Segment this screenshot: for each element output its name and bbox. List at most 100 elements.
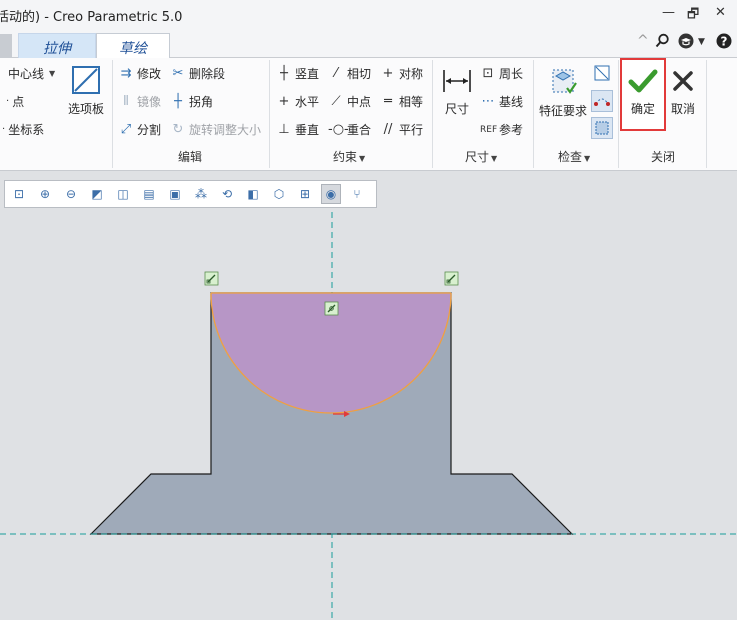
- feature-requirements-button[interactable]: 特征要求: [537, 66, 589, 119]
- midpoint-constraint[interactable]: ⟋ 中点: [328, 93, 371, 110]
- rotate-resize-icon: ↻: [172, 122, 184, 137]
- horizontal-constraint[interactable]: + 水平: [276, 93, 319, 110]
- tangent-constraint[interactable]: ⁄ 相切: [328, 65, 371, 82]
- restore-button[interactable]: 🗗: [687, 5, 699, 27]
- separator: [269, 60, 270, 168]
- centerline-label: 中心线: [8, 67, 45, 81]
- horizontal-label: 水平: [295, 95, 320, 109]
- separator: [618, 60, 619, 168]
- checkmark-icon: [628, 69, 658, 93]
- cancel-label: 取消: [670, 102, 695, 116]
- perpendicular-label: 垂直: [295, 123, 320, 137]
- corner-label: 拐角: [189, 95, 214, 109]
- modify-button[interactable]: ⇉ 修改: [118, 65, 161, 82]
- tab-extrude[interactable]: 拉伸: [18, 33, 96, 59]
- parallel-constraint[interactable]: // 平行: [380, 121, 423, 138]
- sketch-canvas: [0, 212, 737, 620]
- palette-label: 选项板: [67, 102, 104, 116]
- tab-sketch[interactable]: 草绘: [96, 33, 170, 59]
- baseline-icon: ⋯: [481, 94, 495, 109]
- midpoint-constraint-marker[interactable]: [324, 301, 339, 316]
- perpendicular-constraint[interactable]: ⊥ 垂直: [276, 121, 319, 138]
- feature-requirements-label: 特征要求: [538, 104, 587, 118]
- collapse-ribbon-icon[interactable]: ^: [637, 33, 649, 49]
- chevron-down-icon[interactable]: ▼: [698, 37, 705, 47]
- vertical-constraint[interactable]: ┼ 竖直: [276, 65, 319, 82]
- tangent-constraint-marker[interactable]: [444, 271, 459, 286]
- feature-requirements-icon: [552, 69, 577, 94]
- reference-button[interactable]: REF 参考: [480, 121, 523, 138]
- graphics-area[interactable]: ⊡ ⊕ ⊖ ◩ ◫ ▤ ▣ ⁂ ⟲ ◧ ⬡ ⊞ ◉ ⑂: [0, 172, 737, 620]
- ok-button[interactable]: 确定: [622, 66, 664, 117]
- close-group-label: 关闭: [651, 150, 676, 164]
- ok-label: 确定: [630, 102, 655, 116]
- point-icon: ·: [6, 96, 10, 107]
- corner-icon: ┼: [174, 94, 182, 109]
- perpendicular-icon: ⊥: [278, 122, 290, 137]
- baseline-button[interactable]: ⋯ 基线: [480, 93, 524, 110]
- point-tool[interactable]: · 点: [6, 93, 24, 110]
- overlapping-geometry-button[interactable]: [593, 64, 611, 82]
- ribbon-tab-row: 拉伸 草绘: [0, 30, 737, 59]
- title-bar: 活动的) - Creo Parametric 5.0 — 🗗 ✕: [0, 0, 737, 30]
- equal-label: 相等: [399, 95, 424, 109]
- help-icon[interactable]: ?: [716, 33, 732, 53]
- corner-button[interactable]: ┼ 拐角: [170, 93, 213, 110]
- delete-segment-button[interactable]: ✂ 删除段: [170, 65, 225, 82]
- cancel-button[interactable]: 取消: [664, 66, 702, 117]
- minimize-button[interactable]: —: [662, 5, 675, 20]
- constrain-group-label[interactable]: 约束 ▼: [333, 148, 365, 165]
- perimeter-label: 周长: [499, 67, 524, 81]
- close-window-button[interactable]: ✕: [715, 5, 726, 20]
- separator: [432, 60, 433, 168]
- search-icon[interactable]: [655, 33, 670, 52]
- perimeter-icon: ⊡: [482, 66, 494, 81]
- mirror-label: 镜像: [137, 95, 162, 109]
- tab-stub[interactable]: [0, 34, 12, 58]
- delete-segment-label: 删除段: [189, 67, 226, 81]
- midpoint-icon: ⟋: [331, 94, 341, 109]
- dimension-group-label[interactable]: 尺寸 ▼: [465, 148, 497, 165]
- reference-label: 参考: [499, 123, 524, 137]
- horizontal-icon: +: [278, 94, 290, 109]
- equal-constraint[interactable]: ═ 相等: [380, 93, 423, 110]
- highlight-open-ends-button[interactable]: [591, 90, 613, 112]
- coordsys-tool[interactable]: · 坐标系: [2, 121, 44, 138]
- mirror-button[interactable]: ⫴ 镜像: [118, 93, 161, 110]
- coordsys-label: 坐标系: [8, 123, 45, 137]
- perimeter-button[interactable]: ⊡ 周长: [480, 65, 523, 82]
- window-title: 活动的) - Creo Parametric 5.0: [0, 10, 183, 25]
- rotate-resize-button[interactable]: ↻ 旋转调整大小: [170, 121, 261, 138]
- learning-connector-icon[interactable]: [678, 33, 694, 53]
- modify-label: 修改: [137, 67, 162, 81]
- tangent-label: 相切: [347, 67, 372, 81]
- symmetric-constraint[interactable]: + 对称: [380, 65, 423, 82]
- constrain-label: 约束: [333, 150, 358, 164]
- equal-icon: ═: [384, 94, 392, 109]
- parallel-label: 平行: [399, 123, 424, 137]
- normal-dimension-label: 尺寸: [444, 102, 469, 116]
- normal-dimension-button[interactable]: 尺寸: [438, 66, 476, 117]
- closed-loops-icon: [595, 121, 609, 135]
- palette-button[interactable]: 选项板: [64, 64, 108, 117]
- coordsys-icon: ·: [2, 124, 6, 135]
- centerline-tool[interactable]: 中心线 ▼: [8, 65, 55, 82]
- coincident-constraint[interactable]: -○- 重合: [328, 121, 371, 138]
- ribbon: 中心线 ▼ · 点 · 坐标系 选项板 ⇉ 修改 ✂ 删除段 ⫴ 镜像 ┼ 拐角 …: [0, 58, 737, 171]
- svg-text:?: ?: [721, 35, 728, 49]
- edit-group-label[interactable]: 编辑: [178, 148, 202, 165]
- modify-icon: ⇉: [120, 66, 132, 81]
- open-ends-icon: [594, 98, 610, 106]
- tangent-constraint-marker[interactable]: [204, 271, 219, 286]
- dimension-group-text: 尺寸: [465, 150, 490, 164]
- shade-closed-loops-button[interactable]: [591, 117, 613, 139]
- dimension-icon: [443, 70, 471, 92]
- divide-button[interactable]: ⤢ 分割: [118, 121, 161, 138]
- inspect-group-text: 检查: [558, 150, 583, 164]
- overlap-geometry-icon: [594, 65, 610, 81]
- vertical-icon: ┼: [280, 66, 288, 81]
- separator: [706, 60, 707, 168]
- divide-icon: ⤢: [120, 122, 132, 137]
- rotate-resize-label: 旋转调整大小: [189, 123, 262, 137]
- inspect-group-label[interactable]: 检查 ▼: [558, 148, 590, 165]
